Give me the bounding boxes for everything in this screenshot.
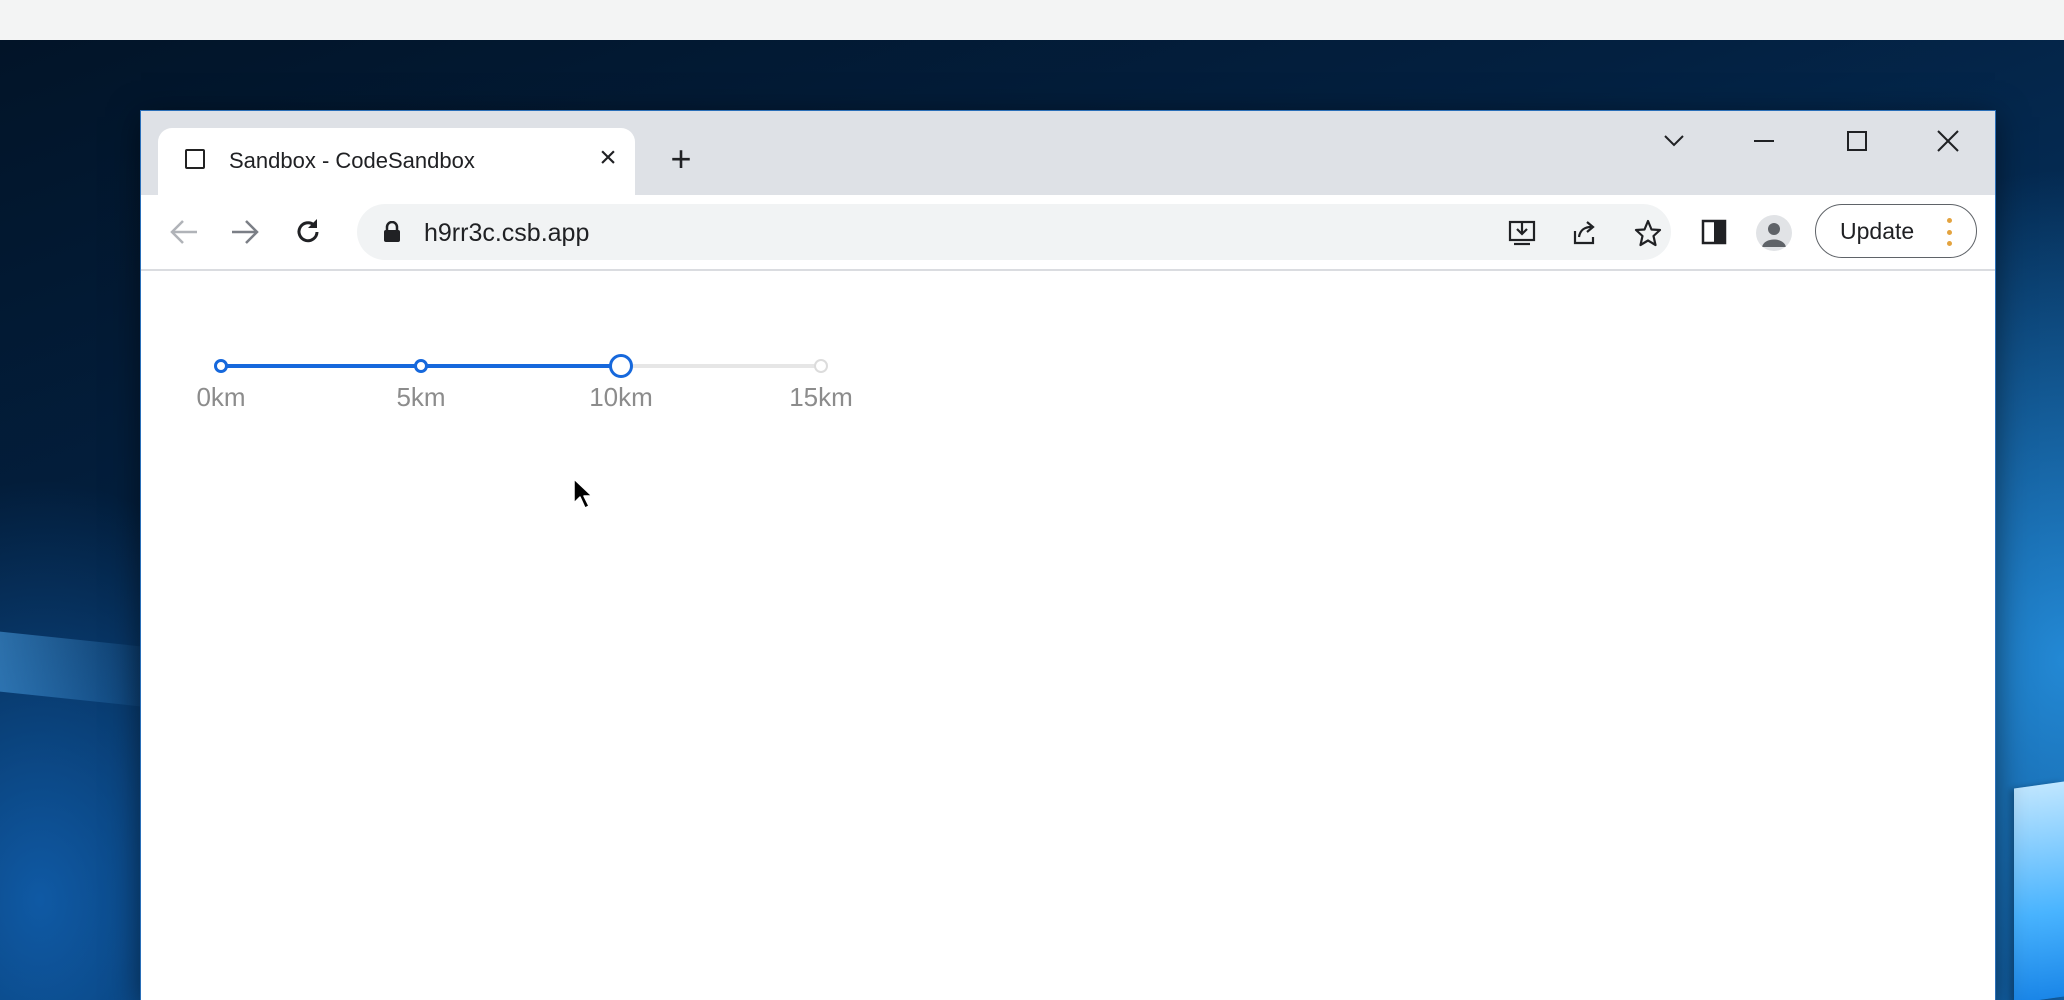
update-button[interactable]: Update: [1815, 204, 1977, 258]
new-tab-plus-icon[interactable]: +: [661, 139, 701, 179]
top-strip: [0, 0, 2064, 40]
reload-icon[interactable]: [288, 212, 328, 252]
tab-title: Sandbox - CodeSandbox: [229, 148, 475, 173]
slider-dot[interactable]: [414, 359, 428, 373]
tab-close-icon[interactable]: ×: [592, 142, 624, 174]
windows-logo-fragment: [2014, 781, 2064, 1000]
page-content: 0km 5km 10km 15km: [141, 271, 1995, 1000]
browser-window: Sandbox - CodeSandbox × + h9rr3c.csb.app…: [141, 111, 1995, 1000]
wallpaper-light-beam: [0, 631, 160, 709]
bookmark-star-icon[interactable]: [1633, 218, 1663, 248]
slider-mark-label[interactable]: 5km: [396, 382, 445, 413]
browser-toolbar: h9rr3c.csb.app Update: [141, 195, 1995, 271]
slider-mark-label[interactable]: 0km: [196, 382, 245, 413]
mouse-cursor-icon: [573, 478, 593, 509]
slider-handle[interactable]: [609, 354, 633, 378]
address-bar[interactable]: h9rr3c.csb.app: [357, 204, 1671, 260]
tab-sandbox[interactable]: Sandbox - CodeSandbox ×: [158, 128, 635, 195]
forward-arrow-icon[interactable]: [225, 212, 265, 252]
distance-slider[interactable]: 0km 5km 10km 15km: [196, 354, 853, 412]
install-app-icon[interactable]: [1507, 218, 1537, 248]
square-icon: [185, 149, 205, 169]
browser-titlebar: Sandbox - CodeSandbox × +: [141, 111, 1995, 195]
share-icon[interactable]: [1570, 218, 1600, 248]
side-panel-icon[interactable]: [1694, 212, 1734, 252]
slider-dot[interactable]: [814, 359, 828, 373]
back-arrow-icon[interactable]: [164, 212, 204, 252]
lock-icon: [384, 221, 400, 242]
profile-icon[interactable]: [1756, 215, 1792, 251]
maximize-icon[interactable]: [1827, 121, 1887, 161]
chevron-down-icon[interactable]: [1644, 121, 1704, 161]
update-button-label: Update: [1840, 218, 1915, 244]
slider-mark-label[interactable]: 15km: [789, 382, 853, 413]
minimize-icon[interactable]: [1734, 121, 1794, 161]
slider-mark-label[interactable]: 10km: [589, 382, 653, 413]
menu-kebab-icon[interactable]: [1946, 218, 1952, 246]
slider-dot[interactable]: [214, 359, 228, 373]
url-text[interactable]: h9rr3c.csb.app: [424, 219, 589, 248]
close-icon[interactable]: [1918, 121, 1978, 161]
